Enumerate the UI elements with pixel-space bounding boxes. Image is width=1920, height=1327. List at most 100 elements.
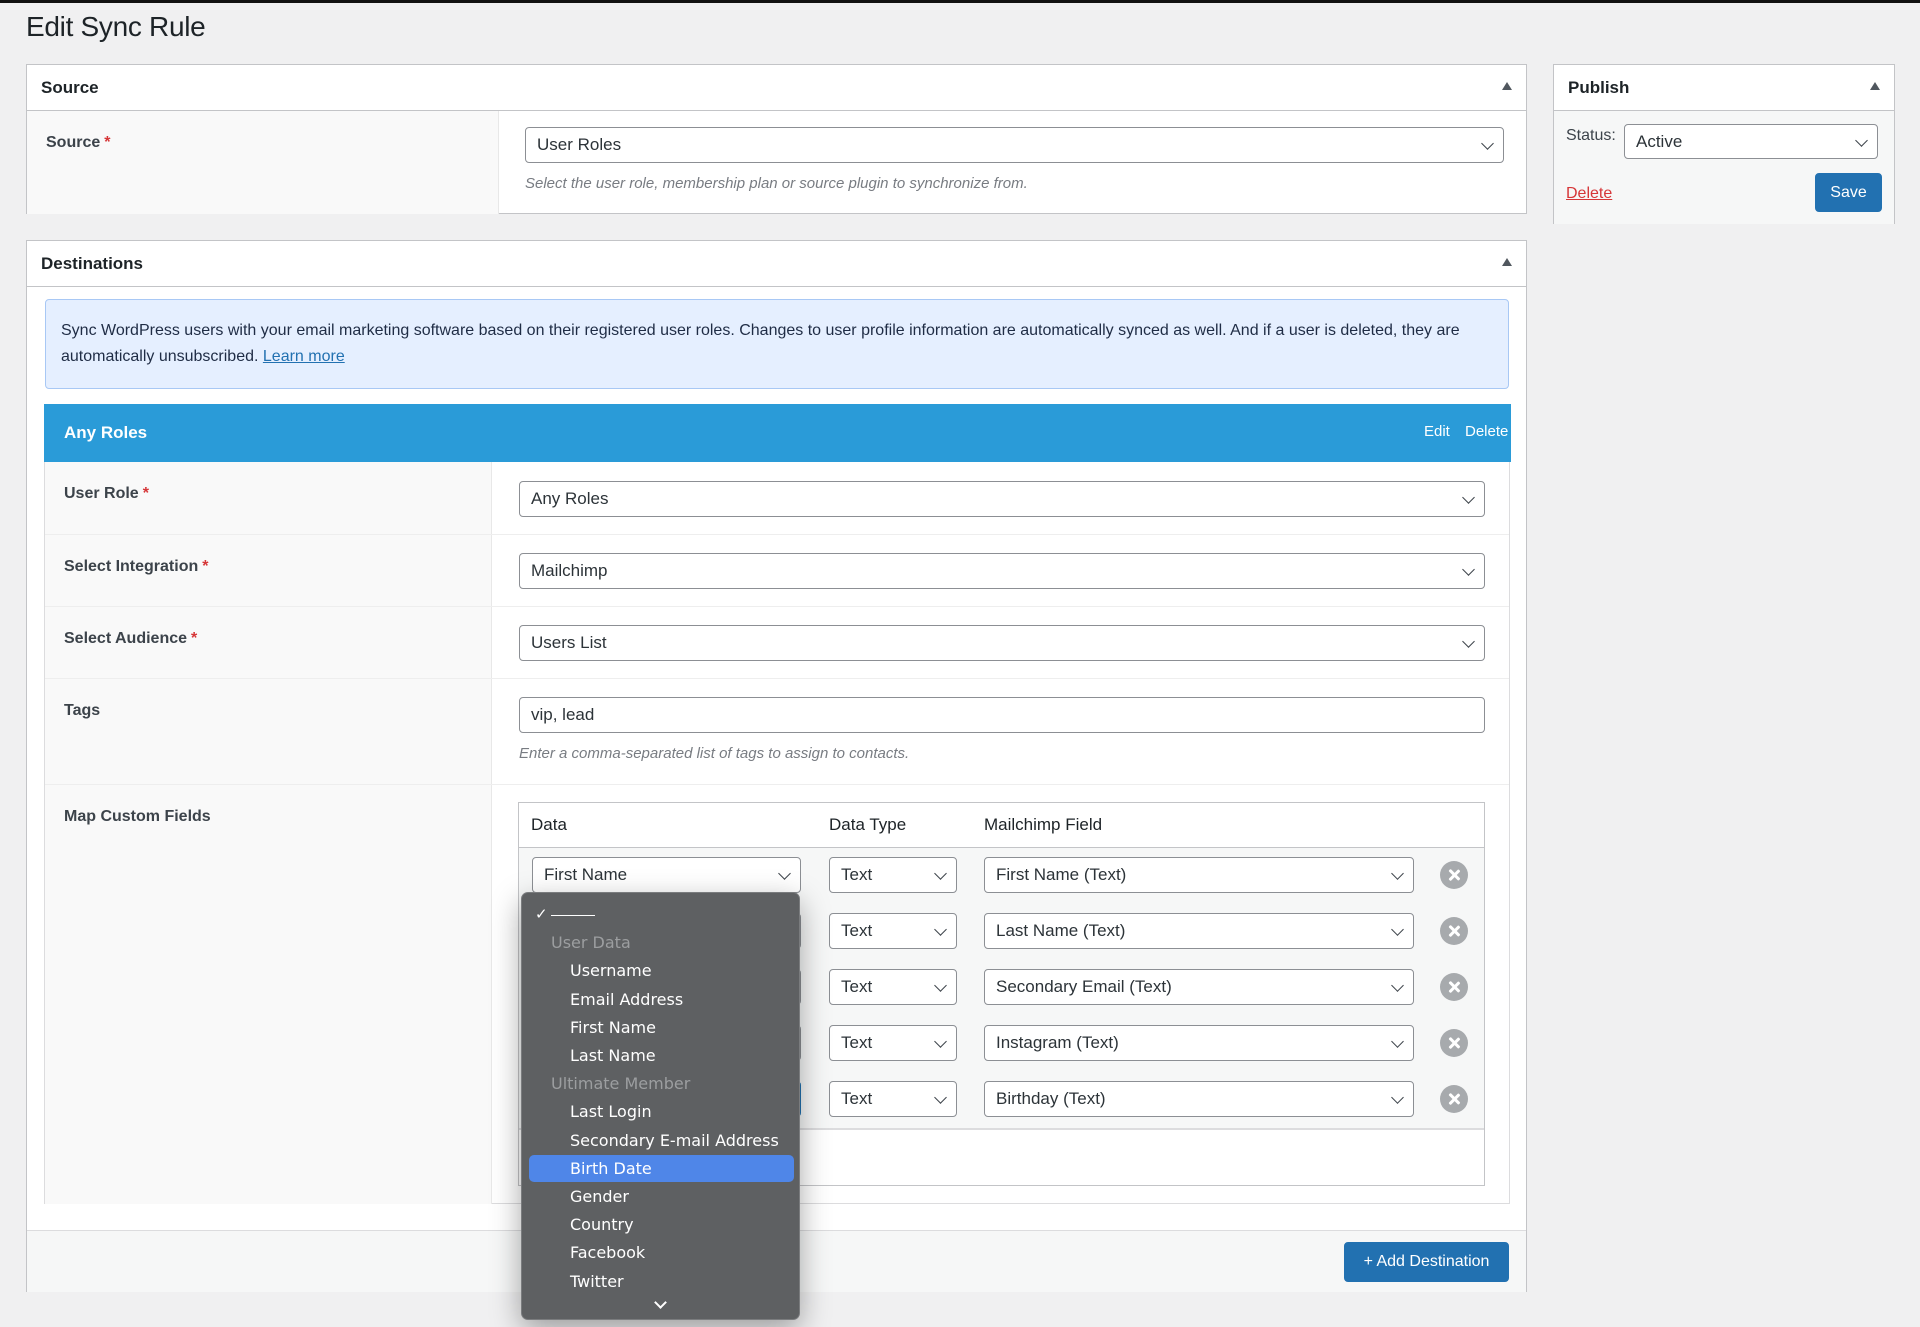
chevron-down-icon <box>1462 491 1475 504</box>
destination-card-title: Any Roles <box>64 423 148 442</box>
mailchimp-field-select[interactable]: Secondary Email (Text) <box>984 969 1414 1005</box>
info-notice: Sync WordPress users with your email mar… <box>45 299 1509 389</box>
source-label: Source <box>46 134 101 151</box>
status-label: Status: <box>1566 127 1616 144</box>
integration-select[interactable]: Mailchimp <box>519 553 1485 589</box>
data-type-select[interactable]: Text <box>829 1081 957 1117</box>
data-source-dropdown-menu[interactable]: ✓ User Data Username Email Address First Nam… <box>521 892 800 1320</box>
mapping-row: First Name Text First Name (Text) <box>519 857 1484 893</box>
tags-input[interactable]: vip, lead <box>519 697 1485 733</box>
dropdown-option[interactable]: Username <box>529 957 794 984</box>
remove-row-icon[interactable] <box>1440 917 1468 945</box>
chevron-down-icon <box>1391 1091 1404 1104</box>
data-type-select-value: Text <box>841 865 873 884</box>
chevron-down-icon <box>934 979 947 992</box>
data-type-select-value: Text <box>841 977 873 996</box>
data-type-select[interactable]: Text <box>829 857 957 893</box>
page-title: Edit Sync Rule <box>26 11 206 42</box>
user-role-label: User Role <box>64 485 139 502</box>
required-marker: * <box>191 630 198 647</box>
map-fields-label: Map Custom Fields <box>64 808 211 825</box>
mailchimp-field-select[interactable]: First Name (Text) <box>984 857 1414 893</box>
chevron-down-icon <box>1481 137 1494 150</box>
mailchimp-field-select-value: Secondary Email (Text) <box>996 977 1172 996</box>
integration-select-value: Mailchimp <box>531 561 608 580</box>
audience-label: Select Audience <box>64 630 188 647</box>
dropdown-group-label: User Data <box>551 933 631 953</box>
dropdown-option[interactable]: Birth Date <box>529 1154 794 1182</box>
data-type-select[interactable]: Text <box>829 969 957 1005</box>
remove-row-icon[interactable] <box>1440 1029 1468 1057</box>
mailchimp-field-select-value: Birthday (Text) <box>996 1089 1106 1108</box>
publish-box-title: Publish <box>1568 78 1630 97</box>
dropdown-option[interactable]: Email Address <box>529 986 794 1013</box>
status-select[interactable]: Active <box>1624 124 1878 159</box>
learn-more-link[interactable]: Learn more <box>263 348 345 365</box>
chevron-down-icon <box>1855 134 1868 147</box>
top-edge-bar <box>0 0 1920 3</box>
user-role-row: User Role * Any Roles <box>45 462 1509 535</box>
tags-row: Tags vip, lead Enter a comma-separated l… <box>45 679 1509 785</box>
data-select[interactable]: First Name <box>532 857 801 893</box>
mapping-table-header: Data Data Type Mailchimp Field <box>519 803 1484 848</box>
user-role-select[interactable]: Any Roles <box>519 481 1485 517</box>
integration-row: Select Integration * Mailchimp <box>45 535 1509 607</box>
source-select-value: User Roles <box>537 135 622 154</box>
tags-description: Enter a comma-separated list of tags to … <box>519 745 910 762</box>
destinations-box-header: Destinations <box>27 241 1526 287</box>
mailchimp-field-select[interactable]: Birthday (Text) <box>984 1081 1414 1117</box>
data-type-select-value: Text <box>841 1089 873 1108</box>
collapse-toggle-icon[interactable] <box>1502 258 1512 266</box>
chevron-down-icon <box>778 867 791 880</box>
source-select[interactable]: User Roles <box>525 127 1504 163</box>
dropdown-option[interactable]: Facebook <box>529 1239 794 1266</box>
save-button[interactable]: Save <box>1815 173 1882 212</box>
data-type-select[interactable]: Text <box>829 913 957 949</box>
dropdown-option[interactable]: Last Name <box>529 1042 794 1069</box>
source-box-title: Source <box>41 78 99 97</box>
chevron-down-icon <box>934 923 947 936</box>
delete-link[interactable]: Delete <box>1566 185 1612 203</box>
delete-destination-link[interactable]: Delete <box>1465 423 1508 440</box>
chevron-down-icon <box>1462 563 1475 576</box>
audience-select-value: Users List <box>531 633 607 652</box>
scroll-down-chevron-icon[interactable] <box>654 1296 667 1309</box>
mailchimp-field-select[interactable]: Last Name (Text) <box>984 913 1414 949</box>
user-role-select-value: Any Roles <box>531 489 609 508</box>
audience-select[interactable]: Users List <box>519 625 1485 661</box>
add-destination-button[interactable]: + Add Destination <box>1344 1242 1509 1282</box>
column-header-data: Data <box>531 815 567 834</box>
chevron-down-icon <box>1391 867 1404 880</box>
chevron-down-icon <box>934 867 947 880</box>
dropdown-option[interactable]: Twitter <box>529 1268 794 1295</box>
remove-row-icon[interactable] <box>1440 1085 1468 1113</box>
chevron-down-icon <box>1462 635 1475 648</box>
mailchimp-field-select-value: First Name (Text) <box>996 865 1127 884</box>
checkmark-icon: ✓ <box>535 905 548 923</box>
dropdown-option-empty[interactable]: ✓ <box>529 901 794 928</box>
data-type-select-value: Text <box>841 1033 873 1052</box>
dropdown-option[interactable]: Gender <box>529 1183 794 1210</box>
dropdown-option[interactable]: Secondary E-mail Address <box>529 1127 794 1154</box>
source-box-header: Source <box>27 65 1526 111</box>
dropdown-option[interactable]: Last Login <box>529 1098 794 1125</box>
column-header-mailchimp-field: Mailchimp Field <box>984 815 1103 834</box>
destination-card-header: Any Roles Edit Delete <box>44 404 1511 462</box>
remove-row-icon[interactable] <box>1440 973 1468 1001</box>
status-select-value: Active <box>1636 132 1683 151</box>
edit-destination-link[interactable]: Edit <box>1424 423 1450 440</box>
mailchimp-field-select[interactable]: Instagram (Text) <box>984 1025 1414 1061</box>
chevron-down-icon <box>1391 923 1404 936</box>
dropdown-option[interactable]: Country <box>529 1211 794 1238</box>
mailchimp-field-select-value: Instagram (Text) <box>996 1033 1119 1052</box>
collapse-toggle-icon[interactable] <box>1870 82 1880 90</box>
remove-row-icon[interactable] <box>1440 861 1468 889</box>
audience-row: Select Audience * Users List <box>45 607 1509 679</box>
required-marker: * <box>104 134 111 151</box>
chevron-down-icon <box>934 1091 947 1104</box>
dropdown-option[interactable]: First Name <box>529 1014 794 1041</box>
required-marker: * <box>202 558 209 575</box>
source-row: Source * User Roles Select the user role,… <box>27 111 1526 214</box>
data-type-select[interactable]: Text <box>829 1025 957 1061</box>
collapse-toggle-icon[interactable] <box>1502 82 1512 90</box>
